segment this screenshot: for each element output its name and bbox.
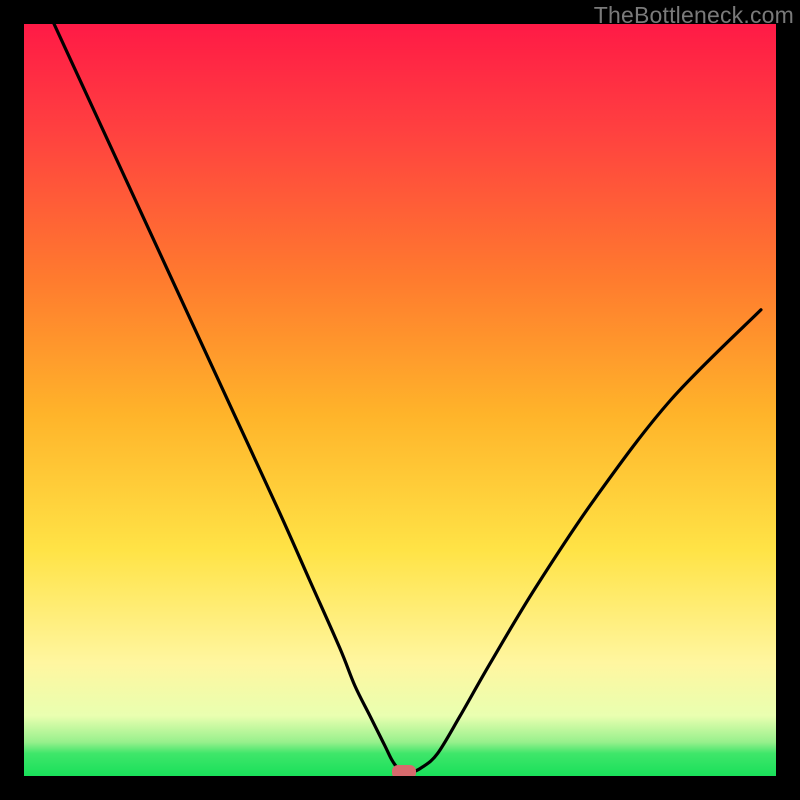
optimum-point	[392, 765, 416, 776]
plot-area	[24, 24, 776, 776]
chart-frame	[24, 24, 776, 776]
bottleneck-curve	[24, 24, 776, 776]
